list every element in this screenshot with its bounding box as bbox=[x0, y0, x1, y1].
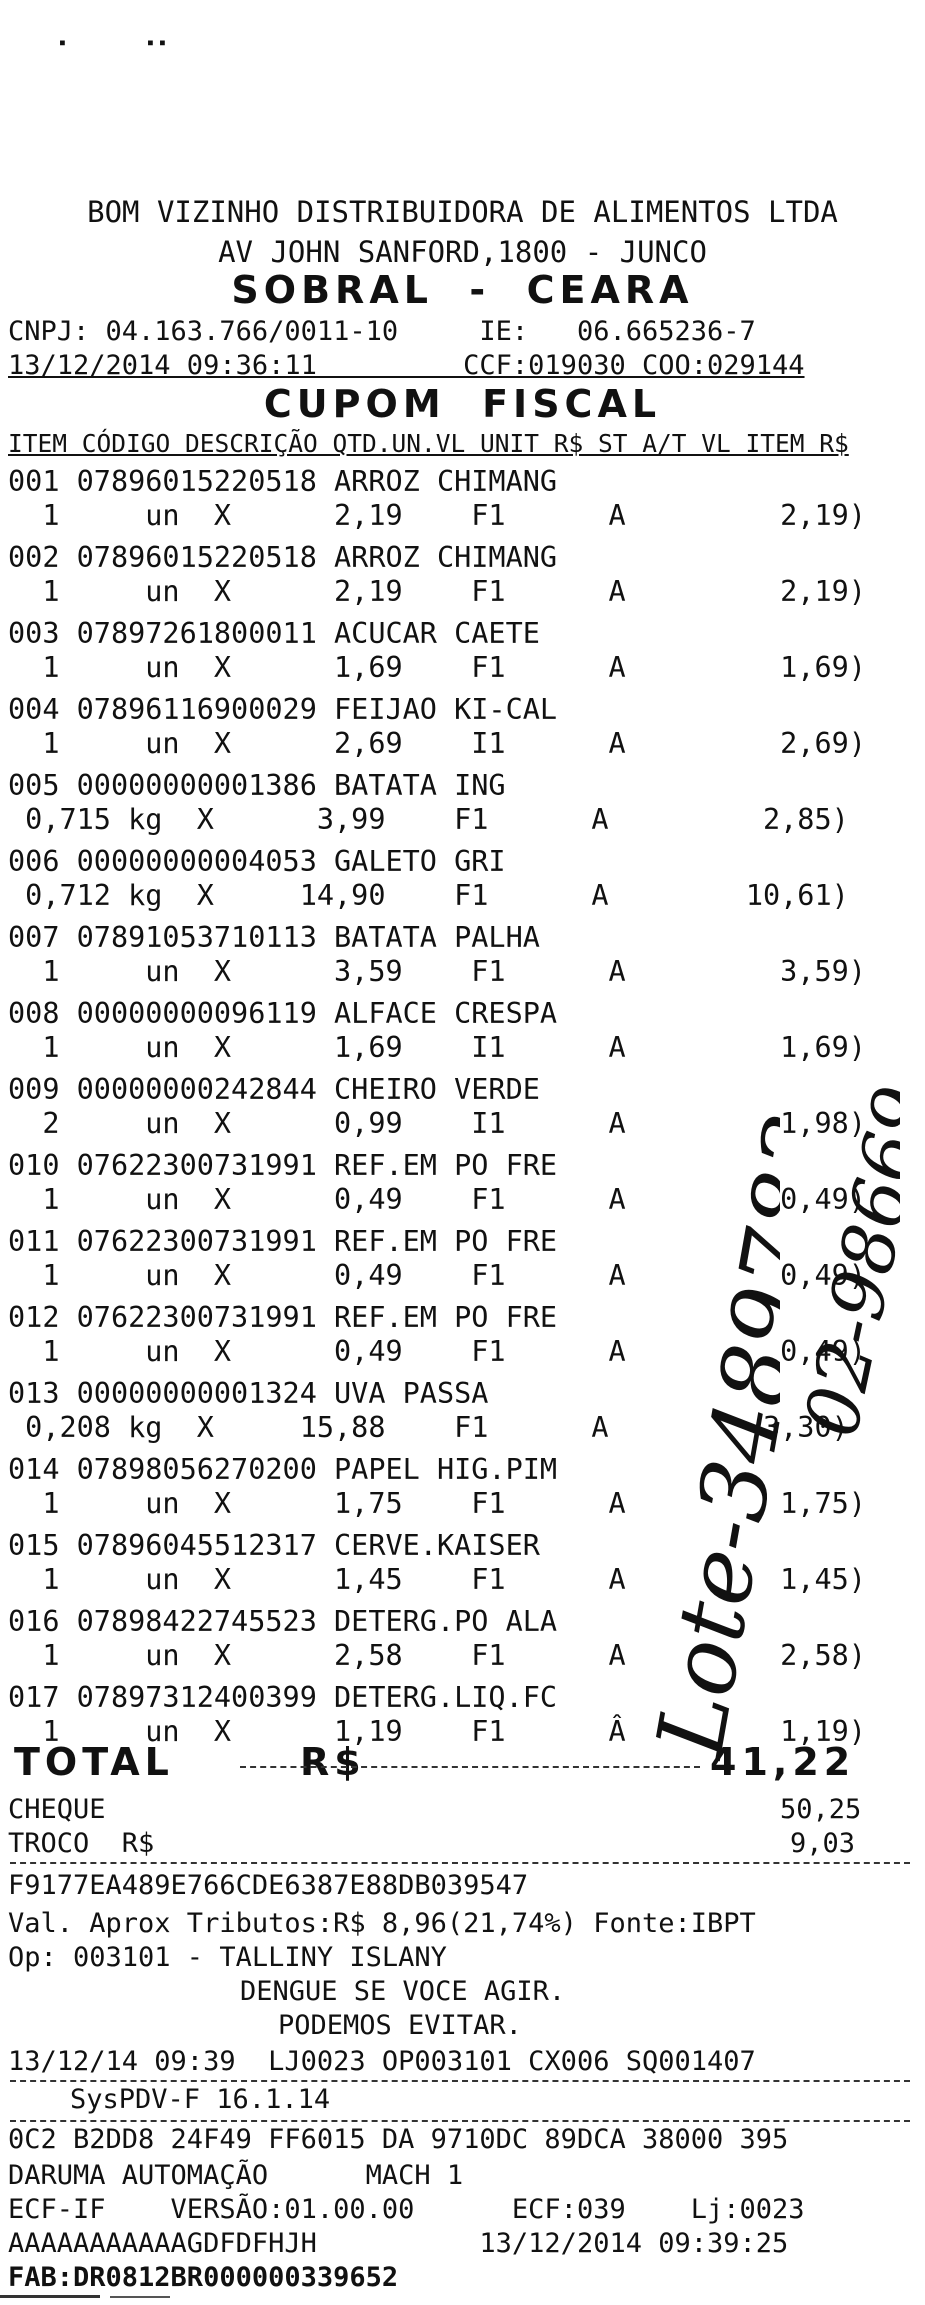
item-values: 1 un X 2,19 F1 A 2,19) bbox=[8, 499, 866, 532]
cnpj-ie: CNPJ: 04.163.766/0011-10 IE: 06.665236-7 bbox=[8, 316, 756, 347]
company-address: AV JOHN SANFORD,1800 - JUNCO bbox=[218, 235, 707, 269]
item-values: 1 un X 3,59 F1 A 3,59) bbox=[8, 955, 866, 988]
item-desc: 016 07898422745523 DETERG.PO ALA bbox=[8, 1605, 558, 1638]
total-label: TOTAL bbox=[14, 1740, 174, 1784]
item-desc: 017 07897312400399 DETERG.LIQ.FC bbox=[8, 1681, 558, 1714]
datetime-ccf-coo: 13/12/2014 09:36:11 CCF:019030 COO:02914… bbox=[8, 350, 805, 381]
item-values: 0,712 kg X 14,90 F1 A 10,61) bbox=[8, 879, 849, 912]
item-desc: 011 07622300731991 REF.EM PO FRE bbox=[8, 1225, 558, 1258]
troco-label: TROCO R$ bbox=[8, 1828, 155, 1859]
receipt-title: CUPOM FISCAL bbox=[263, 382, 662, 426]
version-line: SysPDV-F 16.1.14 bbox=[70, 2084, 331, 2115]
message-line-2: PODEMOS EVITAR. bbox=[278, 2010, 522, 2041]
divider bbox=[10, 2080, 910, 2082]
cheque-value: 50,25 bbox=[780, 1794, 862, 1825]
column-headers: ITEM CÓDIGO DESCRIÇÃO QTD.UN.VL UNIT R$ … bbox=[8, 429, 849, 458]
divider bbox=[10, 1862, 910, 1864]
auth-code: 0C2 B2DD8 24F49 FF6015 DA 9710DC 89DCA 3… bbox=[8, 2124, 789, 2155]
total-currency: R$ bbox=[300, 1740, 366, 1784]
item-desc: 008 00000000096119 ALFACE CRESPA bbox=[8, 997, 558, 1030]
item-values: 1 un X 2,69 I1 A 2,69) bbox=[8, 727, 866, 760]
daruma-line: DARUMA AUTOMAÇÃO MACH 1 bbox=[8, 2160, 464, 2191]
item-desc: 015 07896045512317 CERVE.KAISER bbox=[8, 1529, 540, 1562]
edge-mark bbox=[110, 2296, 170, 2298]
troco-value: 9,03 bbox=[790, 1828, 856, 1859]
item-desc: 004 07896116900029 FEIJAO KI-CAL bbox=[8, 693, 558, 726]
item-values: 1 un X 1,69 F1 A 1,69) bbox=[8, 651, 866, 684]
hash-code: F9177EA489E766CDE6387E88DB039547 bbox=[8, 1870, 529, 1901]
company-name: BOM VIZINHO DISTRIBUIDORA DE ALIMENTOS L… bbox=[87, 195, 838, 229]
ecf-line: ECF-IF VERSÃO:01.00.00 ECF:039 Lj:0023 bbox=[8, 2194, 805, 2225]
speck-mark: ■ bbox=[160, 38, 165, 47]
divider bbox=[10, 2120, 910, 2122]
item-desc: 010 07622300731991 REF.EM PO FRE bbox=[8, 1149, 558, 1182]
item-desc: 005 00000000001386 BATATA ING bbox=[8, 769, 506, 802]
item-desc: 003 07897261800011 ACUCAR CAETE bbox=[8, 617, 540, 650]
store-line: 13/12/14 09:39 LJ0023 OP003101 CX006 SQ0… bbox=[8, 2046, 756, 2077]
speck-mark: ■ bbox=[148, 38, 153, 47]
item-desc: 014 07898056270200 PAPEL HIG.PIM bbox=[8, 1453, 558, 1486]
serial-line: AAAAAAAAAAAGDFDFHJH 13/12/2014 09:39:25 bbox=[8, 2228, 789, 2259]
tributos-line: Val. Aprox Tributos:R$ 8,96(21,74%) Font… bbox=[8, 1908, 756, 1939]
item-desc: 001 07896015220518 ARROZ CHIMANG bbox=[8, 465, 558, 498]
company-city: SOBRAL - CEARA bbox=[231, 268, 694, 312]
item-values: 1 un X 2,19 F1 A 2,19) bbox=[8, 575, 866, 608]
item-desc: 002 07896015220518 ARROZ CHIMANG bbox=[8, 541, 558, 574]
edge-mark bbox=[0, 2295, 100, 2298]
item-desc: 007 07891053710113 BATATA PALHA bbox=[8, 921, 540, 954]
item-desc: 013 00000000001324 UVA PASSA bbox=[8, 1377, 489, 1410]
cheque-label: CHEQUE bbox=[8, 1794, 106, 1825]
handwriting-number: 02-98669 bbox=[740, 830, 925, 1550]
message-line-1: DENGUE SE VOCE AGIR. bbox=[240, 1976, 566, 2007]
operator-line: Op: 003101 - TALLINY ISLANY bbox=[8, 1942, 447, 1973]
speck-mark: ■ bbox=[60, 38, 65, 47]
handwriting-number-text: 02-98669 bbox=[788, 1079, 900, 1444]
item-desc: 006 00000000004053 GALETO GRI bbox=[8, 845, 506, 878]
item-values: 0,715 kg X 3,99 F1 A 2,85) bbox=[8, 803, 849, 836]
item-desc: 009 00000000242844 CHEIRO VERDE bbox=[8, 1073, 540, 1106]
item-desc: 012 07622300731991 REF.EM PO FRE bbox=[8, 1301, 558, 1334]
fab-line: FAB:DR0812BR000000339652 bbox=[8, 2262, 399, 2293]
